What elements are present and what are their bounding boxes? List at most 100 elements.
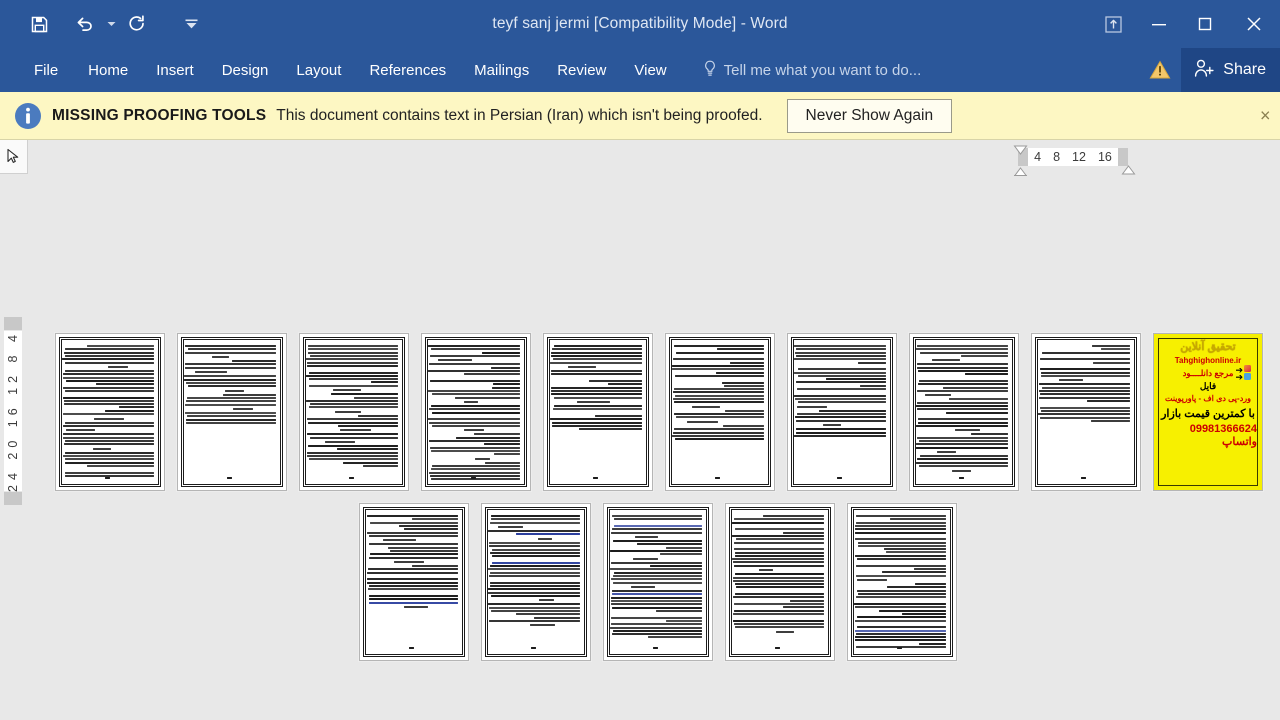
page-thumbnail[interactable] [421, 333, 531, 491]
undo-dropdown-icon[interactable] [102, 7, 120, 41]
tab-file[interactable]: File [22, 48, 74, 92]
page-text-lines [732, 514, 824, 650]
tab-layout[interactable]: Layout [282, 48, 355, 92]
page-content [606, 506, 710, 658]
page-thumbnail[interactable] [481, 503, 591, 661]
ruler-tick-8: 8 [1053, 150, 1061, 164]
ad-social-icons [1244, 365, 1251, 380]
page-text-lines [366, 514, 458, 650]
page-content [1034, 336, 1138, 488]
tell-me-search[interactable]: Tell me what you want to do... [703, 48, 922, 92]
page-text-lines [428, 344, 520, 481]
page-thumbnail[interactable] [787, 333, 897, 491]
ribbon-right-controls: Share [1139, 48, 1280, 92]
undo-button[interactable] [68, 7, 102, 41]
page-row-1: تحقیق آنلاین Tahghighonline.ir مرجع دانلــ… [55, 333, 1263, 491]
ad-file-label: فایل [1199, 380, 1217, 391]
info-icon [10, 98, 46, 134]
page-text-lines [488, 514, 580, 650]
page-thumbnail[interactable] [55, 333, 165, 491]
page-content [912, 336, 1016, 488]
ruler-strip: 4 8 12 16 [0, 140, 1280, 183]
missing-proofing-tools-bar: MISSING PROOFING TOOLS This document con… [0, 92, 1280, 140]
tab-stop-selector-icon[interactable] [0, 140, 28, 174]
page-content [484, 506, 588, 658]
ad-whatsapp-number: 09981366624 واتساپ [1189, 422, 1257, 448]
page-thumbnail[interactable] [665, 333, 775, 491]
warning-triangle-icon[interactable] [1139, 48, 1181, 92]
tab-design[interactable]: Design [208, 48, 283, 92]
tab-review[interactable]: Review [543, 48, 620, 92]
page-thumbnail[interactable] [543, 333, 653, 491]
ad-file-formats: ورد-پی دی اف - پاورپوینت [1165, 393, 1251, 403]
page-text-lines [184, 344, 276, 480]
instagram-icon [1244, 365, 1251, 372]
page-content [850, 506, 954, 658]
page-thumbnail[interactable] [1031, 333, 1141, 491]
tab-mailings[interactable]: Mailings [460, 48, 543, 92]
page-content [58, 336, 162, 488]
customize-quick-access-toolbar-icon[interactable] [174, 7, 208, 41]
advertisement-page-thumbnail[interactable]: تحقیق آنلاین Tahghighonline.ir مرجع دانلــ… [1153, 333, 1263, 491]
message-bar-close-icon[interactable]: × [1260, 105, 1278, 126]
ribbon-tab-bar: File Home Insert Design Layout Reference… [0, 48, 1280, 92]
restore-button[interactable] [1182, 0, 1228, 48]
page-text-lines [854, 514, 946, 650]
page-text-lines [550, 344, 642, 480]
minimize-button[interactable] [1136, 0, 1182, 48]
page-content [668, 336, 772, 488]
page-content [302, 336, 406, 488]
page-content [424, 336, 528, 488]
page-text-lines [1038, 344, 1130, 480]
window-controls [1090, 0, 1280, 48]
page-thumbnail[interactable] [299, 333, 409, 491]
tab-references[interactable]: References [355, 48, 460, 92]
message-bar-heading: MISSING PROOFING TOOLS [52, 106, 267, 124]
ruler-tick-4: 4 [1034, 150, 1042, 164]
telegram-icon [1244, 373, 1251, 380]
ad-brand-title: تحقیق آنلاین [1180, 341, 1236, 353]
ad-download-source: مرجع دانلــــود [1182, 367, 1234, 378]
page-text-lines [62, 344, 154, 480]
page-text-lines [916, 344, 1008, 480]
share-label: Share [1223, 61, 1266, 78]
page-text-lines [794, 344, 886, 480]
message-bar-text: This document contains text in Persian (… [276, 106, 763, 124]
first-line-indent-marker[interactable] [1013, 142, 1028, 160]
share-button[interactable]: Share [1181, 48, 1280, 92]
page-content [728, 506, 832, 658]
page-content [790, 336, 894, 488]
never-show-again-button[interactable]: Never Show Again [786, 98, 953, 133]
page-thumbnail[interactable] [359, 503, 469, 661]
document-canvas[interactable]: 24 20 16 12 8 4 تحقیق آنلاین Tahghighonli… [0, 176, 1280, 720]
page-thumbnail[interactable] [725, 503, 835, 661]
lightbulb-icon [703, 60, 717, 81]
page-content [180, 336, 284, 488]
person-add-icon [1193, 58, 1215, 83]
page-thumbnail[interactable] [177, 333, 287, 491]
title-bar: teyf sanj jermi [Compatibility Mode] - W… [0, 0, 1280, 48]
page-text-lines [306, 344, 398, 480]
page-text-lines [610, 514, 702, 650]
ruler-tick-16: 16 [1097, 150, 1112, 164]
page-thumbnail[interactable] [847, 503, 957, 661]
page-thumbnail[interactable] [603, 503, 713, 661]
page-text-lines [672, 344, 764, 480]
ad-price-text: با کمترین قیمت بازار [1161, 407, 1255, 420]
ad-website-url: Tahghighonline.ir [1174, 355, 1242, 365]
redo-button[interactable] [120, 7, 154, 41]
tab-insert[interactable]: Insert [142, 48, 208, 92]
page-content [546, 336, 650, 488]
advertisement-content: تحقیق آنلاین Tahghighonline.ir مرجع دانلــ… [1158, 338, 1258, 486]
save-button[interactable] [22, 7, 56, 41]
ribbon-display-options-icon[interactable] [1090, 0, 1136, 48]
page-thumbnails: تحقیق آنلاین Tahghighonline.ir مرجع دانلــ… [0, 176, 1280, 720]
close-button[interactable] [1228, 0, 1280, 48]
tab-view[interactable]: View [620, 48, 680, 92]
page-row-2 [359, 503, 957, 661]
ruler-tick-12: 12 [1072, 150, 1086, 164]
tab-home[interactable]: Home [74, 48, 142, 92]
page-thumbnail[interactable] [909, 333, 1019, 491]
tell-me-placeholder: Tell me what you want to do... [723, 61, 922, 79]
horizontal-ruler[interactable]: 4 8 12 16 [1018, 148, 1128, 166]
